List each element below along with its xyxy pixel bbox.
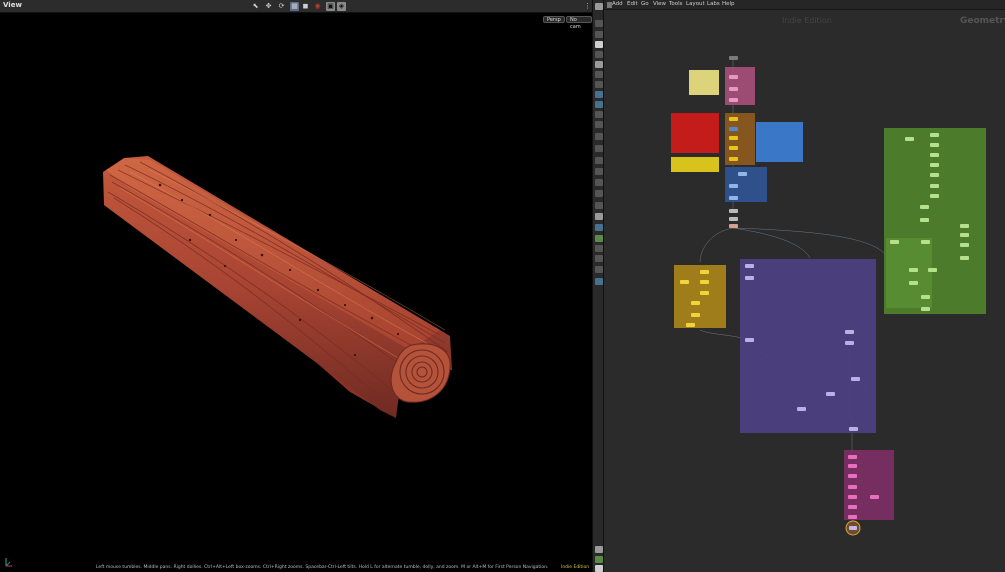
camera-icon[interactable] [595, 91, 603, 98]
node-graph[interactable] [604, 10, 1005, 572]
display-toggle-19[interactable] [595, 245, 603, 252]
menu-help[interactable]: Help [722, 1, 735, 7]
viewport-header: View ⬉ ✥ ⟳ ▦ ◼ ◉ ▣ ◈ ⋮ [0, 0, 592, 13]
display-options-icon[interactable]: ◈ [337, 2, 346, 11]
display-toggle-13[interactable] [595, 179, 603, 186]
wireframe-toggle-icon[interactable]: ▦ [290, 2, 299, 11]
help-icon[interactable] [595, 3, 603, 10]
display-toggle-12[interactable] [595, 168, 603, 175]
sticky-note-yellow[interactable] [689, 70, 719, 95]
viewport-canvas[interactable] [0, 13, 592, 572]
camera-select-dropdown[interactable]: No cam [566, 16, 592, 30]
camera-persp-dropdown[interactable]: Persp [543, 16, 565, 23]
display-toggle-5[interactable] [595, 81, 603, 88]
display-toggle-8[interactable] [595, 121, 603, 128]
menu-labs[interactable]: Labs [707, 1, 720, 7]
display-toggle-1[interactable] [595, 20, 603, 27]
display-toggle-6[interactable] [595, 101, 603, 108]
rotate-tool-icon[interactable]: ⟳ [277, 2, 286, 11]
menu-tools[interactable]: Tools [669, 1, 683, 7]
select-tool-icon[interactable]: ⬉ [251, 2, 260, 11]
display-toggle-11[interactable] [595, 157, 603, 164]
indie-edition-label: Indie Edition [561, 565, 590, 570]
viewport-status-text: Left mouse tumbles. Middle pans. Right d… [96, 565, 549, 570]
network-editor-pane[interactable]: Add Edit Go View Tools Layout Labs Help … [604, 0, 1005, 572]
display-toggle-2[interactable] [595, 31, 603, 38]
display-toggle-10[interactable] [595, 145, 603, 152]
houdini-app: View ⬉ ✥ ⟳ ▦ ◼ ◉ ▣ ◈ ⋮ Persp No cam Left… [0, 0, 1005, 572]
light-icon[interactable] [595, 61, 603, 68]
display-toggle-14[interactable] [595, 190, 603, 197]
viewport-menu-icon[interactable]: ⋮ [583, 2, 592, 11]
display-toggle-4[interactable] [595, 71, 603, 78]
display-toggle-22[interactable] [595, 278, 603, 285]
sticky-note-red[interactable] [671, 113, 719, 153]
sticky-note-blue[interactable] [756, 122, 803, 162]
display-toggle-17[interactable] [595, 224, 603, 231]
shading-mode-icon[interactable]: ◼ [301, 2, 310, 11]
snapshot-icon[interactable]: ▣ [326, 2, 335, 11]
network-box-gold[interactable] [674, 265, 726, 328]
display-toggle-7[interactable] [595, 111, 603, 118]
menu-add[interactable]: Add [612, 1, 623, 7]
menu-edit[interactable]: Edit [627, 1, 638, 7]
display-toggle-21[interactable] [595, 266, 603, 273]
info-icon[interactable] [595, 546, 603, 553]
display-toggle-24[interactable] [595, 565, 603, 572]
display-toggle-15[interactable] [595, 202, 603, 209]
display-toggle-18[interactable] [595, 235, 603, 242]
display-toggle-9[interactable] [595, 133, 603, 140]
display-toggle-23[interactable] [595, 556, 603, 563]
display-toggle-20[interactable] [595, 255, 603, 262]
menu-view[interactable]: View [653, 1, 666, 7]
menu-layout[interactable]: Layout [686, 1, 705, 7]
scene-viewport-pane: View ⬉ ✥ ⟳ ▦ ◼ ◉ ▣ ◈ ⋮ Persp No cam Left… [0, 0, 592, 572]
axis-gizmo-icon [5, 558, 12, 567]
display-toggle-3[interactable] [595, 51, 603, 58]
lock-icon[interactable] [595, 41, 603, 48]
display-toggle-16[interactable] [595, 213, 603, 220]
sticky-note-gold[interactable] [671, 157, 719, 172]
network-box-purple[interactable] [740, 259, 876, 433]
wood-log-render [103, 156, 452, 418]
network-menubar: Add Edit Go View Tools Layout Labs Help [604, 0, 1005, 10]
node-file[interactable] [729, 56, 738, 60]
move-tool-icon[interactable]: ✥ [264, 2, 273, 11]
viewport-title: View [3, 1, 22, 9]
display-toolbar [592, 0, 604, 572]
menu-go[interactable]: Go [641, 1, 649, 7]
record-icon[interactable]: ◉ [313, 2, 322, 11]
